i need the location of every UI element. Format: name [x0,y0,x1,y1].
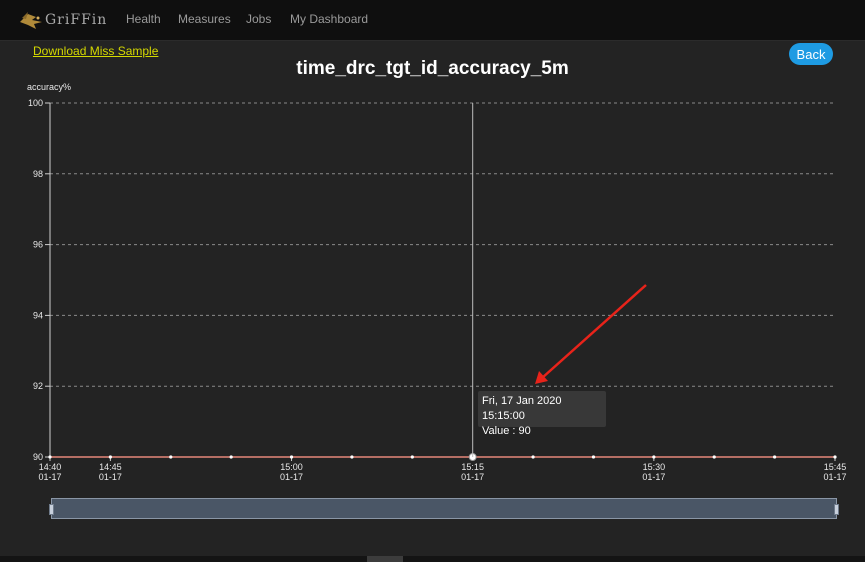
line-chart[interactable]: 909294969810014:4001-1714:4501-1715:0001… [0,0,865,562]
data-point [169,455,173,459]
y-tick-label: 94 [33,310,43,320]
tooltip-date: Fri, 17 Jan 2020 15:15:00 [482,395,562,422]
data-point [48,455,52,459]
data-point [591,455,596,459]
data-zoom-slider[interactable] [49,498,839,519]
data-point [229,455,233,459]
data-point [108,455,112,459]
y-tick-label: 92 [33,381,43,391]
data-point [833,455,837,459]
x-tick-label: 14:40 [39,462,62,472]
data-point [531,455,535,459]
y-tick-label: 96 [33,240,43,250]
y-tick-label: 98 [33,169,43,179]
data-point [350,455,354,459]
x-tick-label: 15:30 [643,462,666,472]
data-point [289,455,294,459]
annotation-arrow-shaft [541,284,647,379]
x-tick-sublabel: 01-17 [38,472,61,482]
horizontal-scrollbar[interactable] [0,556,865,562]
x-tick-sublabel: 01-17 [642,472,665,482]
scrollbar-thumb[interactable] [367,556,403,562]
x-tick-label: 15:15 [461,462,484,472]
data-point [410,455,414,459]
data-point [652,455,656,459]
x-tick-sublabel: 01-17 [461,472,484,482]
x-tick-sublabel: 01-17 [99,472,122,482]
x-tick-sublabel: 01-17 [823,472,846,482]
chart-tooltip: Fri, 17 Jan 2020 15:15:00 Value : 90 [478,391,606,437]
y-tick-label: 100 [28,98,43,108]
data-point [773,455,777,459]
data-point [712,455,716,459]
zoom-handle-left[interactable] [49,504,54,515]
zoom-handle-right[interactable] [834,504,839,515]
x-tick-label: 15:45 [824,462,847,472]
y-tick-label: 90 [33,452,43,462]
x-tick-sublabel: 01-17 [280,472,303,482]
x-tick-label: 15:00 [280,462,303,472]
x-tick-label: 14:45 [99,462,122,472]
tooltip-value: Value : 90 [482,425,531,437]
